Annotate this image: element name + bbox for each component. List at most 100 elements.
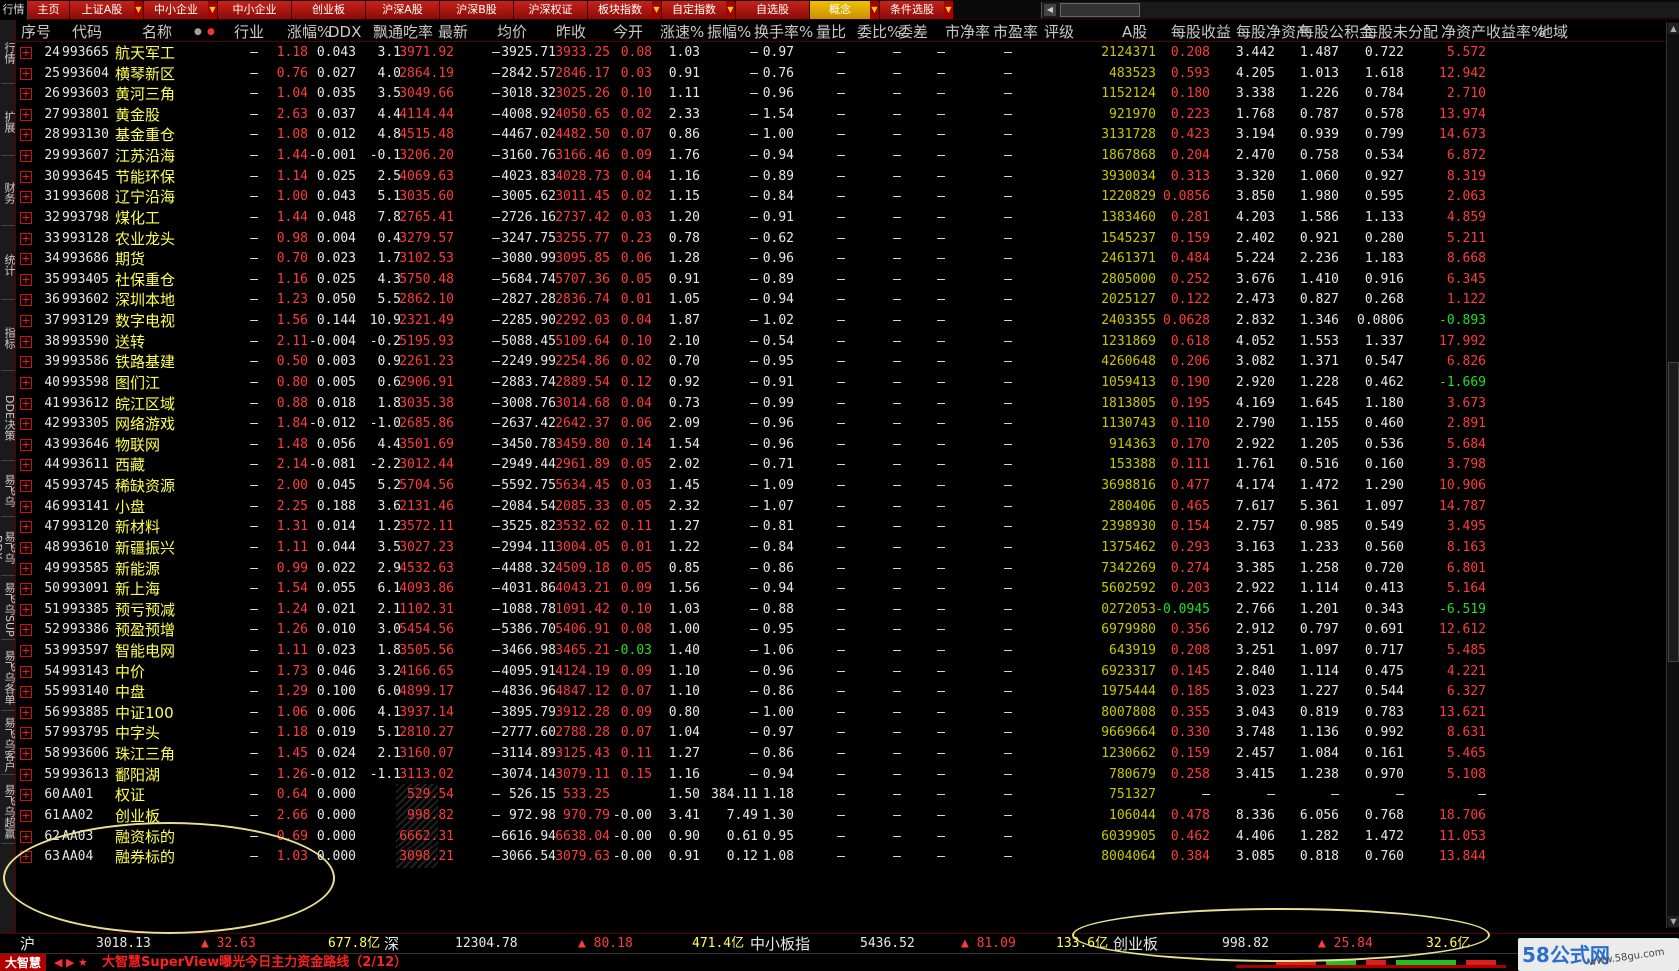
tab-5[interactable]: 沪深A股: [366, 0, 440, 19]
table-row[interactable]: +51 993385 预亏预减 —1.24 0.021 2.1 1102.31—1088.7…: [16, 599, 1666, 621]
table-row[interactable]: +38 993590 送转 —2.11 -0.004 -0.2 5195.93—5088.4…: [16, 331, 1666, 353]
dropdown-arrow-icon[interactable]: ▼: [134, 0, 143, 19]
ticker-nav-icons[interactable]: ◀ ▶ ★: [54, 954, 88, 971]
scroll-down-icon[interactable]: ▼: [1668, 916, 1679, 927]
table-row[interactable]: +36 993602 深圳本地 —1.23 0.050 5.5 2862.10—2827.2…: [16, 289, 1666, 311]
table-row[interactable]: +49 993585 新能源 —0.99 0.022 2.9 4532.63—4488.32…: [16, 558, 1666, 580]
table-row[interactable]: +44 993611 西藏 —2.14 -0.081 -2.2 3012.44—2949.4…: [16, 454, 1666, 476]
column-header[interactable]: ●: [194, 22, 202, 42]
table-row[interactable]: +52 993386 预盈预增 —1.26 0.010 3.0 5454.56—5386.7…: [16, 619, 1666, 641]
column-header[interactable]: 行业: [234, 22, 264, 42]
column-header[interactable]: 净资产收益率%: [1441, 22, 1545, 42]
tab-2[interactable]: 中小企业 ▼: [144, 0, 218, 19]
table-row[interactable]: +35 993405 社保重仓 —1.16 0.025 4.3 5750.48—5684.7…: [16, 269, 1666, 291]
table-row[interactable]: +63 AA04 融券标的 —1.03 0.000 3098.21—3066.54 3079…: [16, 846, 1666, 869]
table-row[interactable]: +50 993091 新上海 —1.54 0.055 6.1 4093.86—4031.86…: [16, 578, 1666, 600]
table-row[interactable]: +58 993606 珠江三角 —1.45 0.024 2.1 3160.07—3114.8…: [16, 743, 1666, 765]
tab-8[interactable]: 板块指数 ▼: [588, 0, 662, 19]
table-row[interactable]: +33 993128 农业龙头 —0.98 0.004 0.4 3279.57—3247.7…: [16, 228, 1666, 250]
tab-6[interactable]: 沪深B股: [440, 0, 514, 19]
table-row[interactable]: +37 993129 数字电视 —1.56 0.144 10.9 2321.49—2285.…: [16, 310, 1666, 332]
column-header[interactable]: 涨幅%: [287, 22, 331, 42]
table-row[interactable]: +27 993801 黄金股 —2.63 0.037 4.4 4114.44—4008.92…: [16, 104, 1666, 126]
horizontal-scrollbar[interactable]: ◀: [1041, 2, 1679, 18]
tab-7[interactable]: 沪深权证: [514, 0, 588, 19]
table-row[interactable]: +59 993613 鄱阳湖 —1.26 -0.012 -1.1 3113.02—3074.…: [16, 764, 1666, 786]
tab-0[interactable]: 主页: [28, 0, 70, 19]
table-row[interactable]: +46 993141 小盘 —2.25 0.188 3.6 2131.46—2084.54 2…: [16, 496, 1666, 518]
table-row[interactable]: +28 993130 基金重仓 —1.08 0.012 4.8 4515.48—4467.0…: [16, 124, 1666, 146]
table-row[interactable]: +34 993686 期货 —0.70 0.023 1.7 3102.53—3080.99 3…: [16, 248, 1666, 270]
tab-11[interactable]: 概念 ▼: [810, 0, 880, 19]
table-row[interactable]: +39 993586 铁路基建 —0.50 0.003 0.9 2261.23—2249.9…: [16, 351, 1666, 373]
scroll-left-icon[interactable]: ◀: [1044, 4, 1056, 16]
table-row[interactable]: +32 993798 煤化工 —1.44 0.048 7.8 2765.41—2726.16…: [16, 207, 1666, 229]
scroll-up-icon[interactable]: ▲: [1668, 23, 1679, 34]
dropdown-arrow-icon[interactable]: ▼: [944, 0, 953, 19]
column-header[interactable]: 市净率: [945, 22, 990, 42]
table-row[interactable]: +25 993604 横琴新区 —0.76 0.027 4.0 2864.19—2842.5…: [16, 63, 1666, 85]
roe: 3.798: [1446, 457, 1486, 473]
column-header[interactable]: ●: [207, 22, 215, 42]
column-header[interactable]: 振幅%: [707, 22, 751, 42]
table-row[interactable]: +45 993745 稀缺资源 —2.00 0.045 5.2 5704.56—5592.7…: [16, 475, 1666, 497]
roe: -0.893: [1439, 313, 1486, 329]
table-row[interactable]: +26 993603 黄河三角 —1.04 0.035 3.5 3049.66—3018.3…: [16, 83, 1666, 105]
column-header[interactable]: 昨收: [556, 22, 586, 42]
column-header[interactable]: 每股收益: [1171, 22, 1231, 42]
tab-3[interactable]: 中小企业: [218, 0, 292, 19]
scroll-thumb[interactable]: [1060, 3, 1140, 17]
table-row[interactable]: +31 993608 辽宁沿海 —1.00 0.043 5.1 3035.60—3005.6…: [16, 186, 1666, 208]
column-header[interactable]: 地域: [1538, 22, 1568, 42]
tab-10[interactable]: 自选股: [736, 0, 810, 19]
table-row[interactable]: +41 993612 皖江区域 —0.88 0.018 1.8 3035.38—3008.7…: [16, 393, 1666, 415]
tab-4[interactable]: 创业板: [292, 0, 366, 19]
table-row[interactable]: +42 993305 网络游戏 —1.84 -0.012 -1.0 2685.86—2637…: [16, 413, 1666, 435]
news-ticker[interactable]: 大智慧 ◀ ▶ ★ 大智慧SuperView曝光今日主力资金路线（2/12）: [0, 953, 1679, 971]
ticker-text[interactable]: 大智慧SuperView曝光今日主力资金路线（2/12）: [102, 954, 407, 971]
tab-12[interactable]: 条件选股 ▼: [880, 0, 954, 19]
dropdown-arrow-icon[interactable]: ▼: [208, 0, 217, 19]
column-header[interactable]: A股: [1122, 22, 1147, 42]
table-row[interactable]: +55 993140 中盘 —1.29 0.100 6.0 4899.17—4836.96 4…: [16, 681, 1666, 703]
table-row[interactable]: +61 AA02 创业板 —2.66 0.000 998.82—972.98 970.79-…: [16, 804, 1666, 827]
table-row[interactable]: +60 AA01 权证 —0.64 0.000 529.54—526.15 533.25 1.…: [16, 784, 1666, 807]
table-row[interactable]: +56 993885 中证100—1.06 0.006 4.1 3937.14—3895.…: [16, 702, 1666, 724]
column-header[interactable]: 今开: [613, 22, 643, 42]
table-row[interactable]: +40 993598 图们江 —0.80 0.005 0.6 2906.91—2883.74…: [16, 372, 1666, 394]
column-header[interactable]: 飘通吃率: [373, 22, 433, 42]
table-row[interactable]: +30 993645 节能环保 —1.14 0.025 2.5 4069.63—4023.8…: [16, 166, 1666, 188]
table-row[interactable]: +43 993646 物联网 —1.48 0.056 4.4 3501.69—3450.78…: [16, 434, 1666, 456]
column-header[interactable]: 名称: [142, 22, 172, 42]
column-header[interactable]: 评级: [1044, 22, 1074, 42]
dropdown-arrow-icon[interactable]: ▼: [726, 0, 735, 19]
table-row[interactable]: +53 993597 智能电网 —1.11 0.023 1.8 3505.56—3466.9…: [16, 640, 1666, 662]
column-header[interactable]: 最新: [438, 22, 468, 42]
column-header[interactable]: 市盈率: [993, 22, 1038, 42]
column-header[interactable]: 涨速%: [660, 22, 704, 42]
column-header[interactable]: 代码: [72, 22, 102, 42]
roe: 8.668: [1446, 251, 1486, 267]
column-header[interactable]: 换手率%: [754, 22, 813, 42]
column-header[interactable]: 序号: [21, 22, 51, 42]
table-row[interactable]: +62 AA03 融资标的 —0.69 0.000 6662.31—6616.94 6638…: [16, 825, 1666, 848]
tab-1[interactable]: 上证A股 ▼: [70, 0, 144, 19]
column-header[interactable]: 委差: [898, 22, 928, 42]
table-row[interactable]: +47 993120 新材料 —1.31 0.014 1.2 3572.11—3525.82…: [16, 516, 1666, 538]
table-row[interactable]: +48 993610 新疆振兴 —1.11 0.044 3.5 3027.23—2994.1…: [16, 537, 1666, 559]
dropdown-arrow-icon[interactable]: ▼: [652, 0, 661, 19]
column-header[interactable]: 量比: [816, 22, 846, 42]
column-header[interactable]: 每股未分配: [1363, 22, 1438, 42]
table-row[interactable]: +54 993143 中价 —1.73 0.046 3.2 4166.65—4095.91 4…: [16, 661, 1666, 683]
vertical-scrollbar[interactable]: ▲ ▼: [1666, 22, 1679, 928]
table-row[interactable]: +29 993607 江苏沿海 —1.44 -0.001 -0.1 3206.20—3160…: [16, 145, 1666, 167]
column-header[interactable]: 均价: [497, 22, 527, 42]
table-row[interactable]: +57 993795 中字头 —1.18 0.019 5.1 2810.27—2777.60…: [16, 722, 1666, 744]
scroll-thumb[interactable]: [1668, 362, 1679, 662]
dropdown-arrow-icon[interactable]: ▼: [870, 0, 879, 19]
undistributed-profit: 0.691: [1364, 622, 1404, 638]
column-header[interactable]: 委比%: [857, 22, 901, 42]
table-row[interactable]: +24 993665 航天军工 —1.18 0.043 3.1 3971.92—3925.7…: [16, 42, 1666, 64]
column-header[interactable]: DDX: [328, 22, 361, 42]
tab-9[interactable]: 自定指数 ▼: [662, 0, 736, 19]
